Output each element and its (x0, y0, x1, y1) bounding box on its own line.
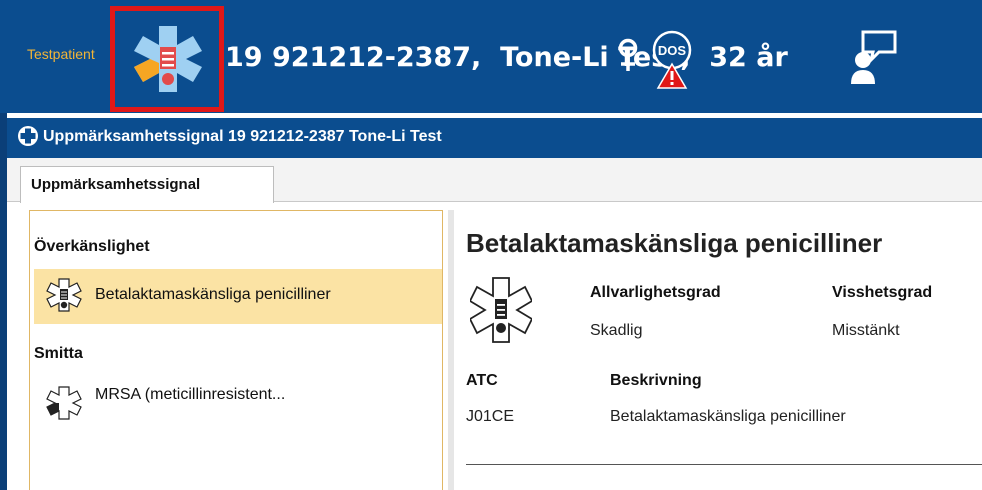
dos-warning-icon[interactable]: DOS (650, 28, 694, 95)
chat-user-icon[interactable] (849, 28, 897, 91)
window-title: Uppmärksamhetssignal 19 921212-2387 Tone… (43, 128, 442, 145)
group-heading-overkanslighet: Överkänslighet (34, 238, 150, 255)
atc-label: ATC (466, 372, 498, 389)
list-item-mrsa[interactable]: MRSA (meticillinresistent... (34, 378, 442, 428)
svg-text:DOS: DOS (658, 43, 687, 58)
list-item-penicillin[interactable]: Betalaktamaskänsliga penicilliner (34, 269, 442, 324)
tab-uppmarksamhetssignal[interactable]: Uppmärksamhetssignal (20, 166, 274, 203)
detail-title: Betalaktamaskänsliga penicilliner (466, 228, 883, 258)
hypersensitivity-icon (468, 275, 534, 350)
description-label: Beskrivning (610, 372, 702, 389)
hypersensitivity-icon (46, 277, 82, 318)
atc-value: J01CE (466, 408, 515, 425)
window-title-bar: Uppmärksamhetssignal 19 921212-2387 Tone… (7, 118, 982, 158)
severity-label: Allvarlighetsgrad (590, 284, 721, 301)
testpatient-badge: Testpatient (27, 46, 95, 62)
severity-value: Skadlig (590, 322, 643, 339)
certainty-value: Misstänkt (832, 322, 900, 339)
list-item-label: Betalaktamaskänsliga penicilliner (95, 286, 331, 303)
medical-cross-icon (17, 125, 39, 152)
female-icon (617, 38, 639, 79)
signal-list-panel: Överkänslighet Betalaktamaskänsliga peni… (29, 210, 443, 490)
signal-detail-panel: Betalaktamaskänsliga penicilliner Allvar… (456, 210, 982, 490)
description-value: Betalaktamaskänsliga penicilliner (610, 408, 846, 425)
divider (466, 464, 982, 465)
panel-splitter[interactable] (448, 210, 454, 490)
group-heading-smitta: Smitta (34, 345, 83, 362)
tab-label: Uppmärksamhetssignal (31, 176, 201, 193)
patient-identity: 19 921212-2387, Tone-Li Test, 32 år (225, 42, 788, 73)
infection-icon (46, 385, 82, 426)
alert-signal-highlight[interactable] (110, 6, 224, 112)
window-edge (0, 113, 7, 490)
list-item-label: MRSA (meticillinresistent... (95, 386, 286, 403)
certainty-label: Visshetsgrad (832, 284, 933, 301)
